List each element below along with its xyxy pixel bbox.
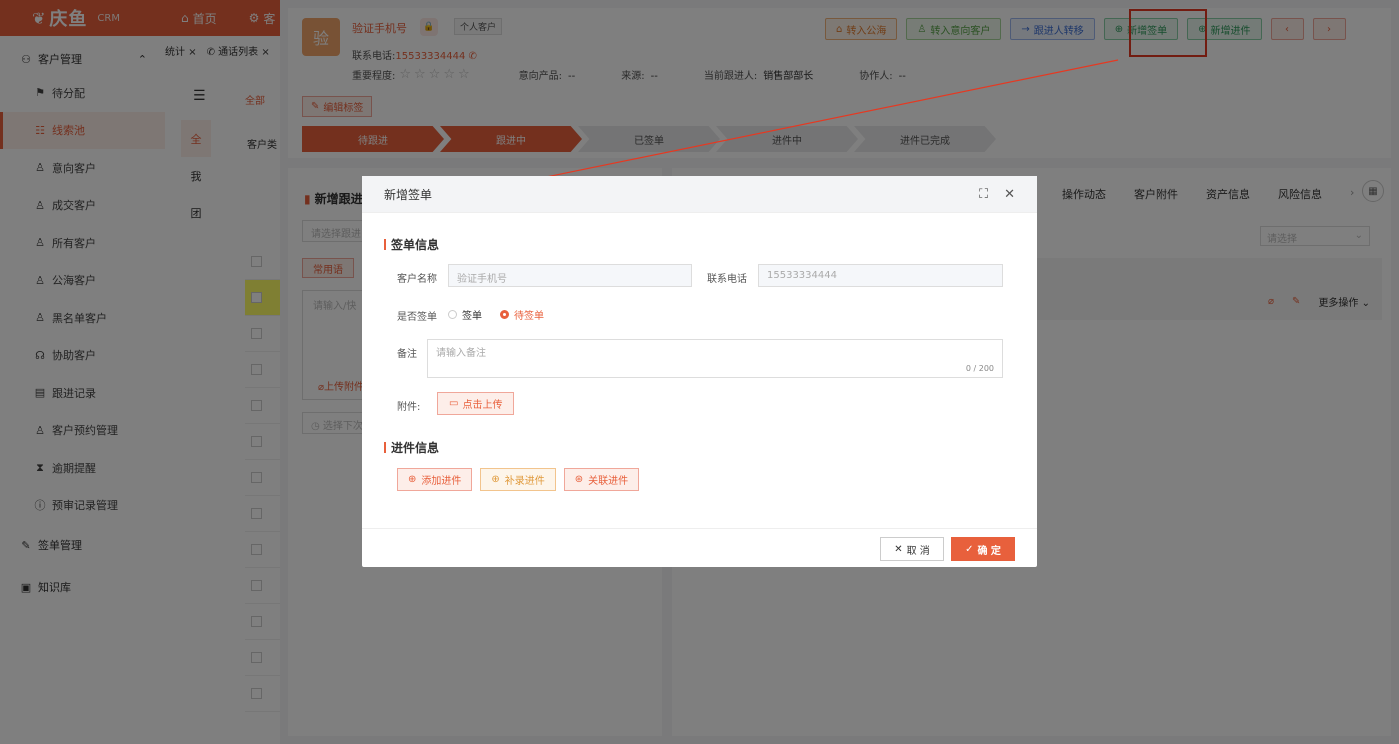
remark-placeholder: 请输入备注 — [436, 348, 486, 359]
radio-pending[interactable]: 待签单 — [500, 307, 544, 322]
phone-label: 联系电话 — [707, 274, 747, 285]
link-icon: ⊛ — [574, 474, 584, 485]
supplement-case-button[interactable]: ⊕ 补录进件 — [480, 468, 556, 491]
customer-name-field[interactable]: 验证手机号 — [448, 264, 692, 287]
radio-signed-label: 签单 — [462, 311, 482, 322]
check-icon: ✓ — [965, 543, 974, 555]
case-buttons: ⊕ 添加进件 ⊕ 补录进件 ⊛ 关联进件 — [397, 468, 640, 491]
section-marker — [384, 239, 386, 250]
dialog-footer: ✕ 取 消 ✓ 确 定 — [362, 528, 1037, 567]
radio-pending-label: 待签单 — [514, 311, 544, 322]
signed-label: 是否签单 — [397, 312, 437, 323]
section-case-info-title: 进件信息 — [391, 441, 440, 455]
dialog-tools: ⛶ ✕ — [979, 187, 1015, 202]
customer-name-label: 客户名称 — [397, 274, 437, 285]
radio-signed[interactable]: 签单 — [448, 307, 482, 322]
radio-circle — [500, 310, 509, 319]
plus-circle-icon: ⊕ — [491, 474, 500, 485]
confirm-button[interactable]: ✓ 确 定 — [951, 537, 1015, 561]
add-case-label: 添加进件 — [421, 476, 462, 487]
radio-circle — [448, 310, 457, 319]
link-case-button[interactable]: ⊛ 关联进件 — [563, 468, 640, 491]
upload-button-label: 点击上传 — [462, 400, 503, 411]
upload-button[interactable]: ▭ 点击上传 — [437, 392, 515, 415]
signed-radio-group: 签单 待签单 — [448, 307, 544, 322]
close-icon: ✕ — [894, 543, 903, 555]
close-icon[interactable]: ✕ — [1004, 187, 1015, 202]
add-case-button[interactable]: ⊕ 添加进件 — [397, 468, 473, 491]
folder-icon: ▭ — [449, 398, 459, 409]
link-case-label: 关联进件 — [588, 476, 629, 487]
remark-label: 备注 — [397, 349, 417, 360]
cancel-label: 取 消 — [906, 545, 930, 557]
plus-circle-icon: ⊕ — [408, 474, 417, 485]
dialog-header: 新增签单 ⛶ ✕ — [362, 176, 1037, 213]
attach-label: 附件: — [397, 402, 421, 413]
supplement-case-label: 补录进件 — [504, 476, 545, 487]
section-case-info: 进件信息 — [384, 439, 439, 456]
fullscreen-icon[interactable]: ⛶ — [979, 187, 988, 202]
confirm-label: 确 定 — [977, 545, 1001, 557]
section-sign-info-title: 签单信息 — [391, 238, 440, 252]
dialog-title: 新增签单 — [384, 187, 433, 202]
cancel-button[interactable]: ✕ 取 消 — [880, 537, 944, 561]
section-sign-info: 签单信息 — [384, 236, 439, 253]
section-marker — [384, 442, 386, 453]
remark-input[interactable]: 请输入备注 0 / 200 — [427, 339, 1003, 378]
new-sign-dialog: 新增签单 ⛶ ✕ 签单信息 客户名称 验证手机号 联系电话 1553333444… — [362, 176, 1037, 567]
remark-counter: 0 / 200 — [965, 364, 994, 373]
phone-field[interactable]: 15533334444 — [758, 264, 1003, 287]
